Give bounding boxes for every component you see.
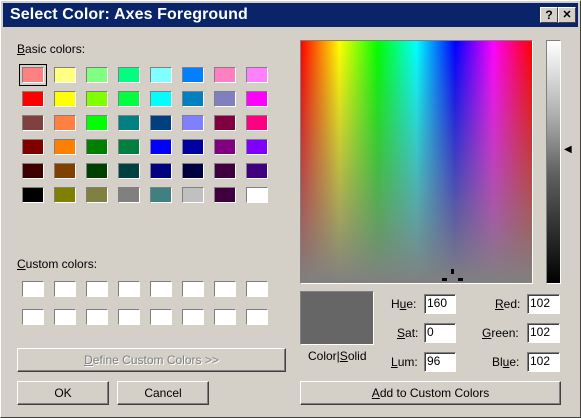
spectrum-frame [300, 40, 533, 284]
basic-color-swatch[interactable] [150, 187, 172, 203]
basic-color-swatch[interactable] [118, 115, 140, 131]
basic-color-swatch[interactable] [118, 163, 140, 179]
custom-color-swatch[interactable] [86, 281, 108, 297]
basic-color-swatch[interactable] [86, 115, 108, 131]
sat-field[interactable]: 0 [424, 323, 456, 343]
basic-color-swatch[interactable] [182, 115, 204, 131]
basic-color-swatch[interactable] [214, 163, 236, 179]
basic-color-swatch[interactable] [22, 163, 44, 179]
basic-color-swatch[interactable] [54, 187, 76, 203]
custom-color-swatch[interactable] [246, 309, 268, 325]
basic-color-swatch[interactable] [246, 187, 268, 203]
basic-color-swatch[interactable] [182, 139, 204, 155]
basic-color-swatch[interactable] [150, 67, 172, 83]
basic-color-swatch[interactable] [150, 139, 172, 155]
basic-color-swatch[interactable] [118, 139, 140, 155]
blue-label: Blue: [492, 355, 520, 369]
green-field[interactable]: 102 [527, 323, 560, 343]
lum-label: Lum: [391, 355, 418, 369]
custom-color-swatch[interactable] [214, 309, 236, 325]
basic-color-swatch[interactable] [246, 91, 268, 107]
basic-color-swatch[interactable] [182, 91, 204, 107]
basic-color-swatch[interactable] [86, 139, 108, 155]
add-to-custom-colors-button[interactable]: Add to Custom Colors [300, 381, 561, 405]
close-button[interactable]: ✕ [558, 7, 576, 23]
basic-color-swatch[interactable] [86, 187, 108, 203]
help-icon: ? [545, 8, 553, 22]
preview-frame [300, 291, 374, 345]
basic-color-swatch[interactable] [214, 187, 236, 203]
basic-color-swatch[interactable] [182, 187, 204, 203]
custom-color-swatch[interactable] [182, 309, 204, 325]
custom-colors-label: Custom colors: [17, 257, 98, 271]
custom-color-swatch[interactable] [22, 281, 44, 297]
custom-color-swatch[interactable] [22, 309, 44, 325]
basic-color-swatch[interactable] [54, 91, 76, 107]
luminance-frame [546, 40, 561, 284]
basic-color-swatch[interactable] [150, 91, 172, 107]
basic-color-swatch[interactable] [150, 163, 172, 179]
basic-color-swatch[interactable] [214, 115, 236, 131]
lum-field[interactable]: 96 [424, 352, 456, 372]
basic-color-swatch[interactable] [118, 67, 140, 83]
basic-color-swatch[interactable] [214, 91, 236, 107]
ok-button[interactable]: OK [17, 381, 109, 405]
custom-color-swatch[interactable] [214, 281, 236, 297]
luminance-arrow-icon[interactable]: ◀ [564, 145, 572, 155]
sat-label: Sat: [397, 326, 419, 340]
custom-color-swatch[interactable] [86, 309, 108, 325]
custom-color-swatch[interactable] [54, 281, 76, 297]
basic-color-swatch[interactable] [214, 67, 236, 83]
hue-field[interactable]: 160 [424, 294, 456, 314]
basic-color-swatch[interactable] [182, 163, 204, 179]
basic-color-swatch[interactable] [86, 163, 108, 179]
luminance-bar[interactable] [547, 41, 560, 283]
custom-color-swatch[interactable] [150, 309, 172, 325]
basic-color-swatch[interactable] [54, 163, 76, 179]
basic-color-swatch[interactable] [22, 91, 44, 107]
basic-color-swatch[interactable] [54, 67, 76, 83]
basic-color-swatch[interactable] [22, 187, 44, 203]
custom-color-swatch[interactable] [54, 309, 76, 325]
basic-color-swatch[interactable] [246, 139, 268, 155]
basic-color-swatch[interactable] [54, 139, 76, 155]
custom-color-swatch[interactable] [118, 309, 140, 325]
basic-color-swatch[interactable] [214, 139, 236, 155]
basic-color-swatch[interactable] [54, 115, 76, 131]
color-preview [301, 292, 373, 344]
custom-color-swatch[interactable] [118, 281, 140, 297]
basic-color-swatch[interactable] [246, 67, 268, 83]
color-spectrum[interactable] [301, 41, 532, 283]
close-icon: ✕ [562, 9, 572, 21]
basic-color-swatch[interactable] [86, 67, 108, 83]
custom-color-swatch[interactable] [246, 281, 268, 297]
red-label: Red: [495, 297, 521, 311]
red-field[interactable]: 102 [527, 294, 560, 314]
help-button[interactable]: ? [540, 7, 558, 23]
basic-color-swatch[interactable] [118, 91, 140, 107]
basic-color-swatch[interactable] [22, 139, 44, 155]
custom-color-swatch[interactable] [182, 281, 204, 297]
basic-color-swatch[interactable] [86, 91, 108, 107]
blue-field[interactable]: 102 [527, 352, 560, 372]
basic-color-swatch[interactable] [246, 163, 268, 179]
define-custom-colors-button[interactable]: Define Custom Colors >> [17, 348, 286, 372]
color-solid-label: Color|Solid [308, 349, 367, 363]
basic-color-swatch[interactable] [246, 115, 268, 131]
window-title: Select Color: Axes Foreground [10, 6, 248, 23]
color-dialog: Select Color: Axes Foreground ? ✕ Basic … [0, 0, 581, 418]
title-bar: Select Color: Axes Foreground ? ✕ [3, 3, 578, 27]
green-label: Green: [482, 326, 519, 340]
basic-colors-label: Basic colors: [17, 42, 86, 56]
basic-color-swatch[interactable] [118, 187, 140, 203]
basic-color-swatch[interactable] [182, 67, 204, 83]
basic-color-swatch[interactable] [150, 115, 172, 131]
custom-color-swatch[interactable] [150, 281, 172, 297]
basic-color-swatch[interactable] [19, 64, 47, 86]
cancel-button[interactable]: Cancel [117, 381, 209, 405]
basic-color-swatch[interactable] [22, 115, 44, 131]
hue-label: Hue: [391, 297, 417, 311]
